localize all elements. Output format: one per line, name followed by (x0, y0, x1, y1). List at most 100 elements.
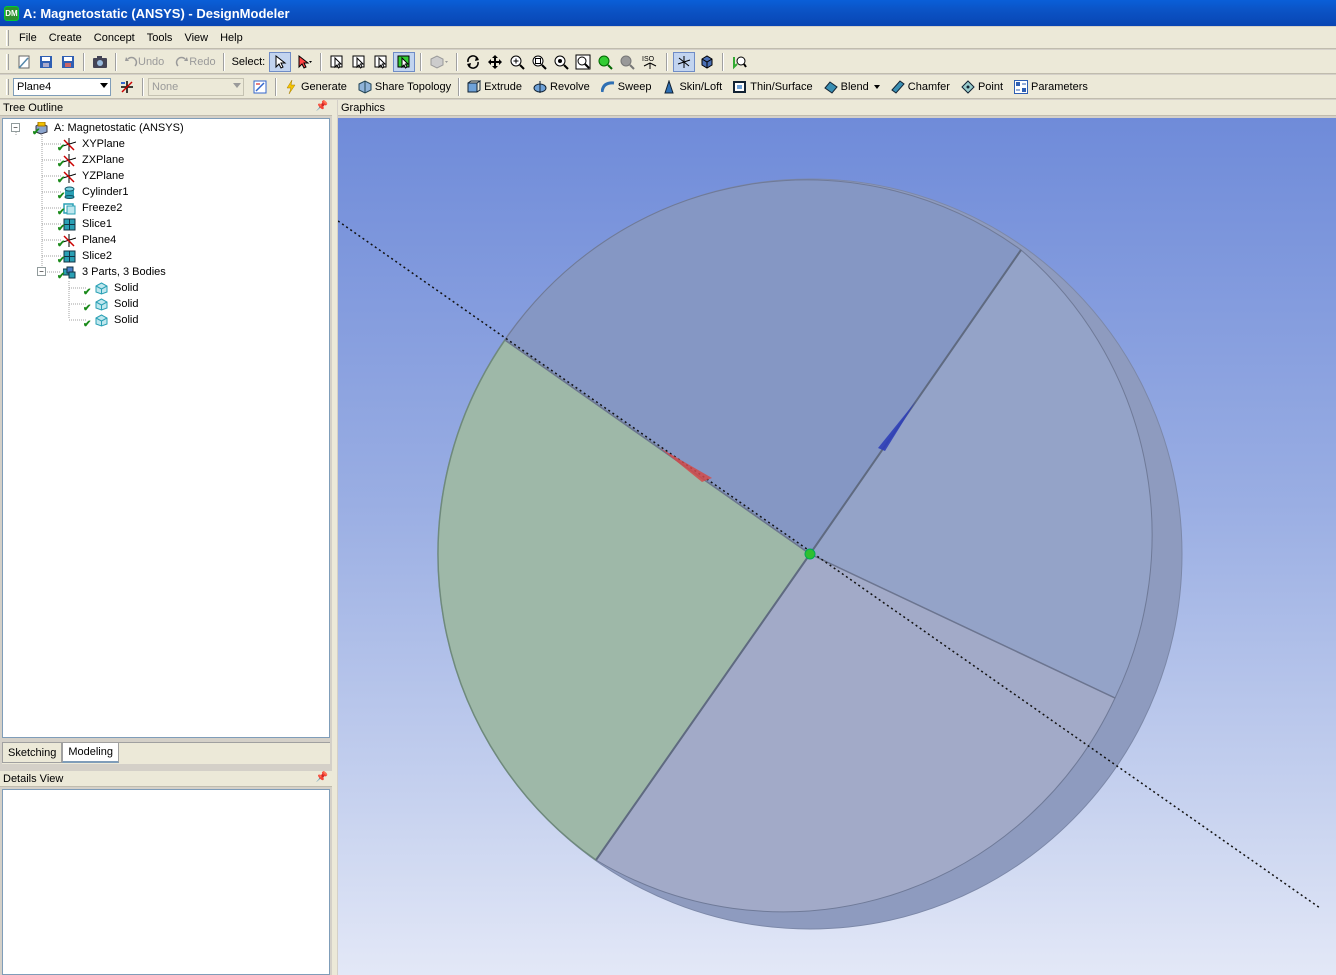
blend-dropdown-icon[interactable] (873, 84, 880, 89)
menu-view[interactable]: View (178, 30, 214, 46)
menu-create[interactable]: Create (43, 30, 88, 46)
pin-icon[interactable]: 📌 (316, 101, 328, 112)
menu-file[interactable]: File (13, 30, 43, 46)
pin-icon[interactable]: 📌 (316, 772, 328, 783)
plane-select[interactable]: Plane4 (13, 77, 111, 96)
tree-item-xyplane[interactable]: XYPlane (63, 136, 125, 152)
model-view[interactable] (338, 118, 1336, 975)
origin-point[interactable] (804, 548, 816, 560)
collapse-root-icon[interactable]: − (11, 123, 20, 132)
new-plane-button[interactable] (117, 77, 137, 97)
tree-item-freeze2[interactable]: Freeze2 (63, 200, 122, 216)
tree-body-solid-3[interactable]: Solid (95, 312, 138, 328)
next-view-button[interactable] (617, 52, 637, 72)
tree-item-parts[interactable]: 3 Parts, 3 Bodies (63, 264, 166, 280)
magnifier-button[interactable] (573, 52, 593, 72)
new-sketch-button[interactable] (250, 77, 270, 97)
tree-item-cylinder1[interactable]: Cylinder1 (63, 184, 128, 200)
tree-connector-lines (15, 132, 87, 321)
undo-button[interactable]: Undo (122, 52, 166, 72)
camera-icon (93, 55, 107, 68)
tree-item-yzplane[interactable]: YZPlane (63, 168, 124, 184)
tree-body-label: Solid (114, 314, 139, 326)
triad-button[interactable] (673, 51, 696, 72)
redo-button[interactable]: Redo (173, 52, 217, 72)
collapse-parts-icon[interactable]: − (37, 267, 46, 276)
check-icon: ✔ (57, 271, 66, 282)
solid-body-icon (95, 297, 108, 311)
save-button[interactable] (36, 52, 56, 72)
graphics-viewport[interactable] (338, 118, 1336, 975)
box-zoom-button[interactable] (529, 52, 549, 72)
display-model-button[interactable] (697, 52, 717, 72)
pan-button[interactable] (485, 52, 505, 72)
toolbar-separator (222, 52, 225, 71)
tree-item-slice1[interactable]: Slice1 (63, 216, 112, 232)
select-bodies-button[interactable] (393, 51, 416, 72)
solid-body-icon (95, 313, 108, 327)
tab-sketching[interactable]: Sketching (2, 743, 63, 763)
select-label: Select: (231, 55, 266, 68)
skin-loft-button[interactable]: Skin/Loft (660, 77, 724, 97)
select-points-button[interactable] (327, 52, 347, 72)
cursor-icon (275, 54, 287, 69)
tree-outline: − A: Magnetostatic (ANSYS) ✔ XYPlane ✔ Z… (2, 118, 330, 738)
tree-body-label: Solid (114, 298, 139, 310)
tree-root[interactable]: A: Magnetostatic (ANSYS) (35, 120, 184, 136)
new-icon (18, 55, 30, 69)
thin-surface-button[interactable]: Thin/Surface (731, 77, 814, 97)
extend-selection-button[interactable] (427, 52, 451, 72)
extrude-label: Extrude (484, 80, 523, 93)
sketch-select[interactable]: None (148, 77, 244, 96)
tree-item-label: YZPlane (82, 170, 125, 182)
select-faces-button[interactable] (371, 52, 391, 72)
toolbar-grip (6, 78, 9, 95)
select-filter-button[interactable] (293, 52, 315, 72)
look-at-button[interactable] (729, 52, 749, 72)
menu-help[interactable]: Help (214, 30, 249, 46)
new-button[interactable] (14, 52, 34, 72)
revolve-icon (533, 80, 547, 93)
tree-body-solid-2[interactable]: Solid (95, 296, 138, 312)
rotate-button[interactable] (463, 52, 483, 72)
toolbar-separator (142, 77, 144, 96)
tree-body-solid-1[interactable]: Solid (95, 280, 138, 296)
magnifier-icon (575, 54, 591, 69)
select-faces-icon (374, 55, 387, 69)
menu-concept[interactable]: Concept (88, 30, 141, 46)
save-icon (40, 55, 52, 68)
screenshot-button[interactable] (90, 52, 110, 72)
check-icon: ✔ (83, 319, 92, 330)
tab-modeling[interactable]: Modeling (62, 743, 119, 763)
parameters-button[interactable]: Parameters (1012, 77, 1090, 97)
previous-view-button[interactable] (595, 52, 615, 72)
tree-item-plane4[interactable]: Plane4 (63, 232, 116, 248)
tree-item-label: Cylinder1 (82, 186, 129, 198)
blend-button[interactable]: Blend (822, 77, 882, 97)
revolve-button[interactable]: Revolve (531, 77, 592, 97)
toolbar-separator (666, 52, 669, 71)
share-topology-button[interactable]: Share Topology (356, 77, 453, 97)
chamfer-button[interactable]: Chamfer (889, 77, 952, 97)
select-mode-button[interactable] (269, 51, 292, 72)
revolve-label: Revolve (550, 80, 590, 93)
extrude-button[interactable]: Extrude (465, 77, 524, 97)
point-button[interactable]: Point (959, 77, 1005, 97)
toolbar-separator (320, 52, 323, 71)
zoom-button[interactable] (507, 52, 527, 72)
tree-item-zxplane[interactable]: ZXPlane (63, 152, 124, 168)
select-edges-button[interactable] (349, 52, 369, 72)
zoom-to-fit-button[interactable] (551, 52, 571, 72)
panel-splitter[interactable] (332, 100, 337, 975)
toolbar-separator (722, 52, 725, 71)
save-all-button[interactable] (58, 52, 78, 72)
generate-button[interactable]: Generate (282, 77, 349, 97)
mode-tabs: Sketching Modeling (2, 742, 330, 764)
menu-tools[interactable]: Tools (141, 30, 179, 46)
new-plane-icon (121, 80, 133, 93)
sweep-label: Sweep (617, 80, 652, 93)
sweep-button[interactable]: Sweep (599, 77, 654, 97)
tree-item-slice2[interactable]: Slice2 (63, 248, 112, 264)
iso-view-button[interactable]: ISO (639, 52, 661, 72)
next-view-icon (620, 55, 635, 70)
